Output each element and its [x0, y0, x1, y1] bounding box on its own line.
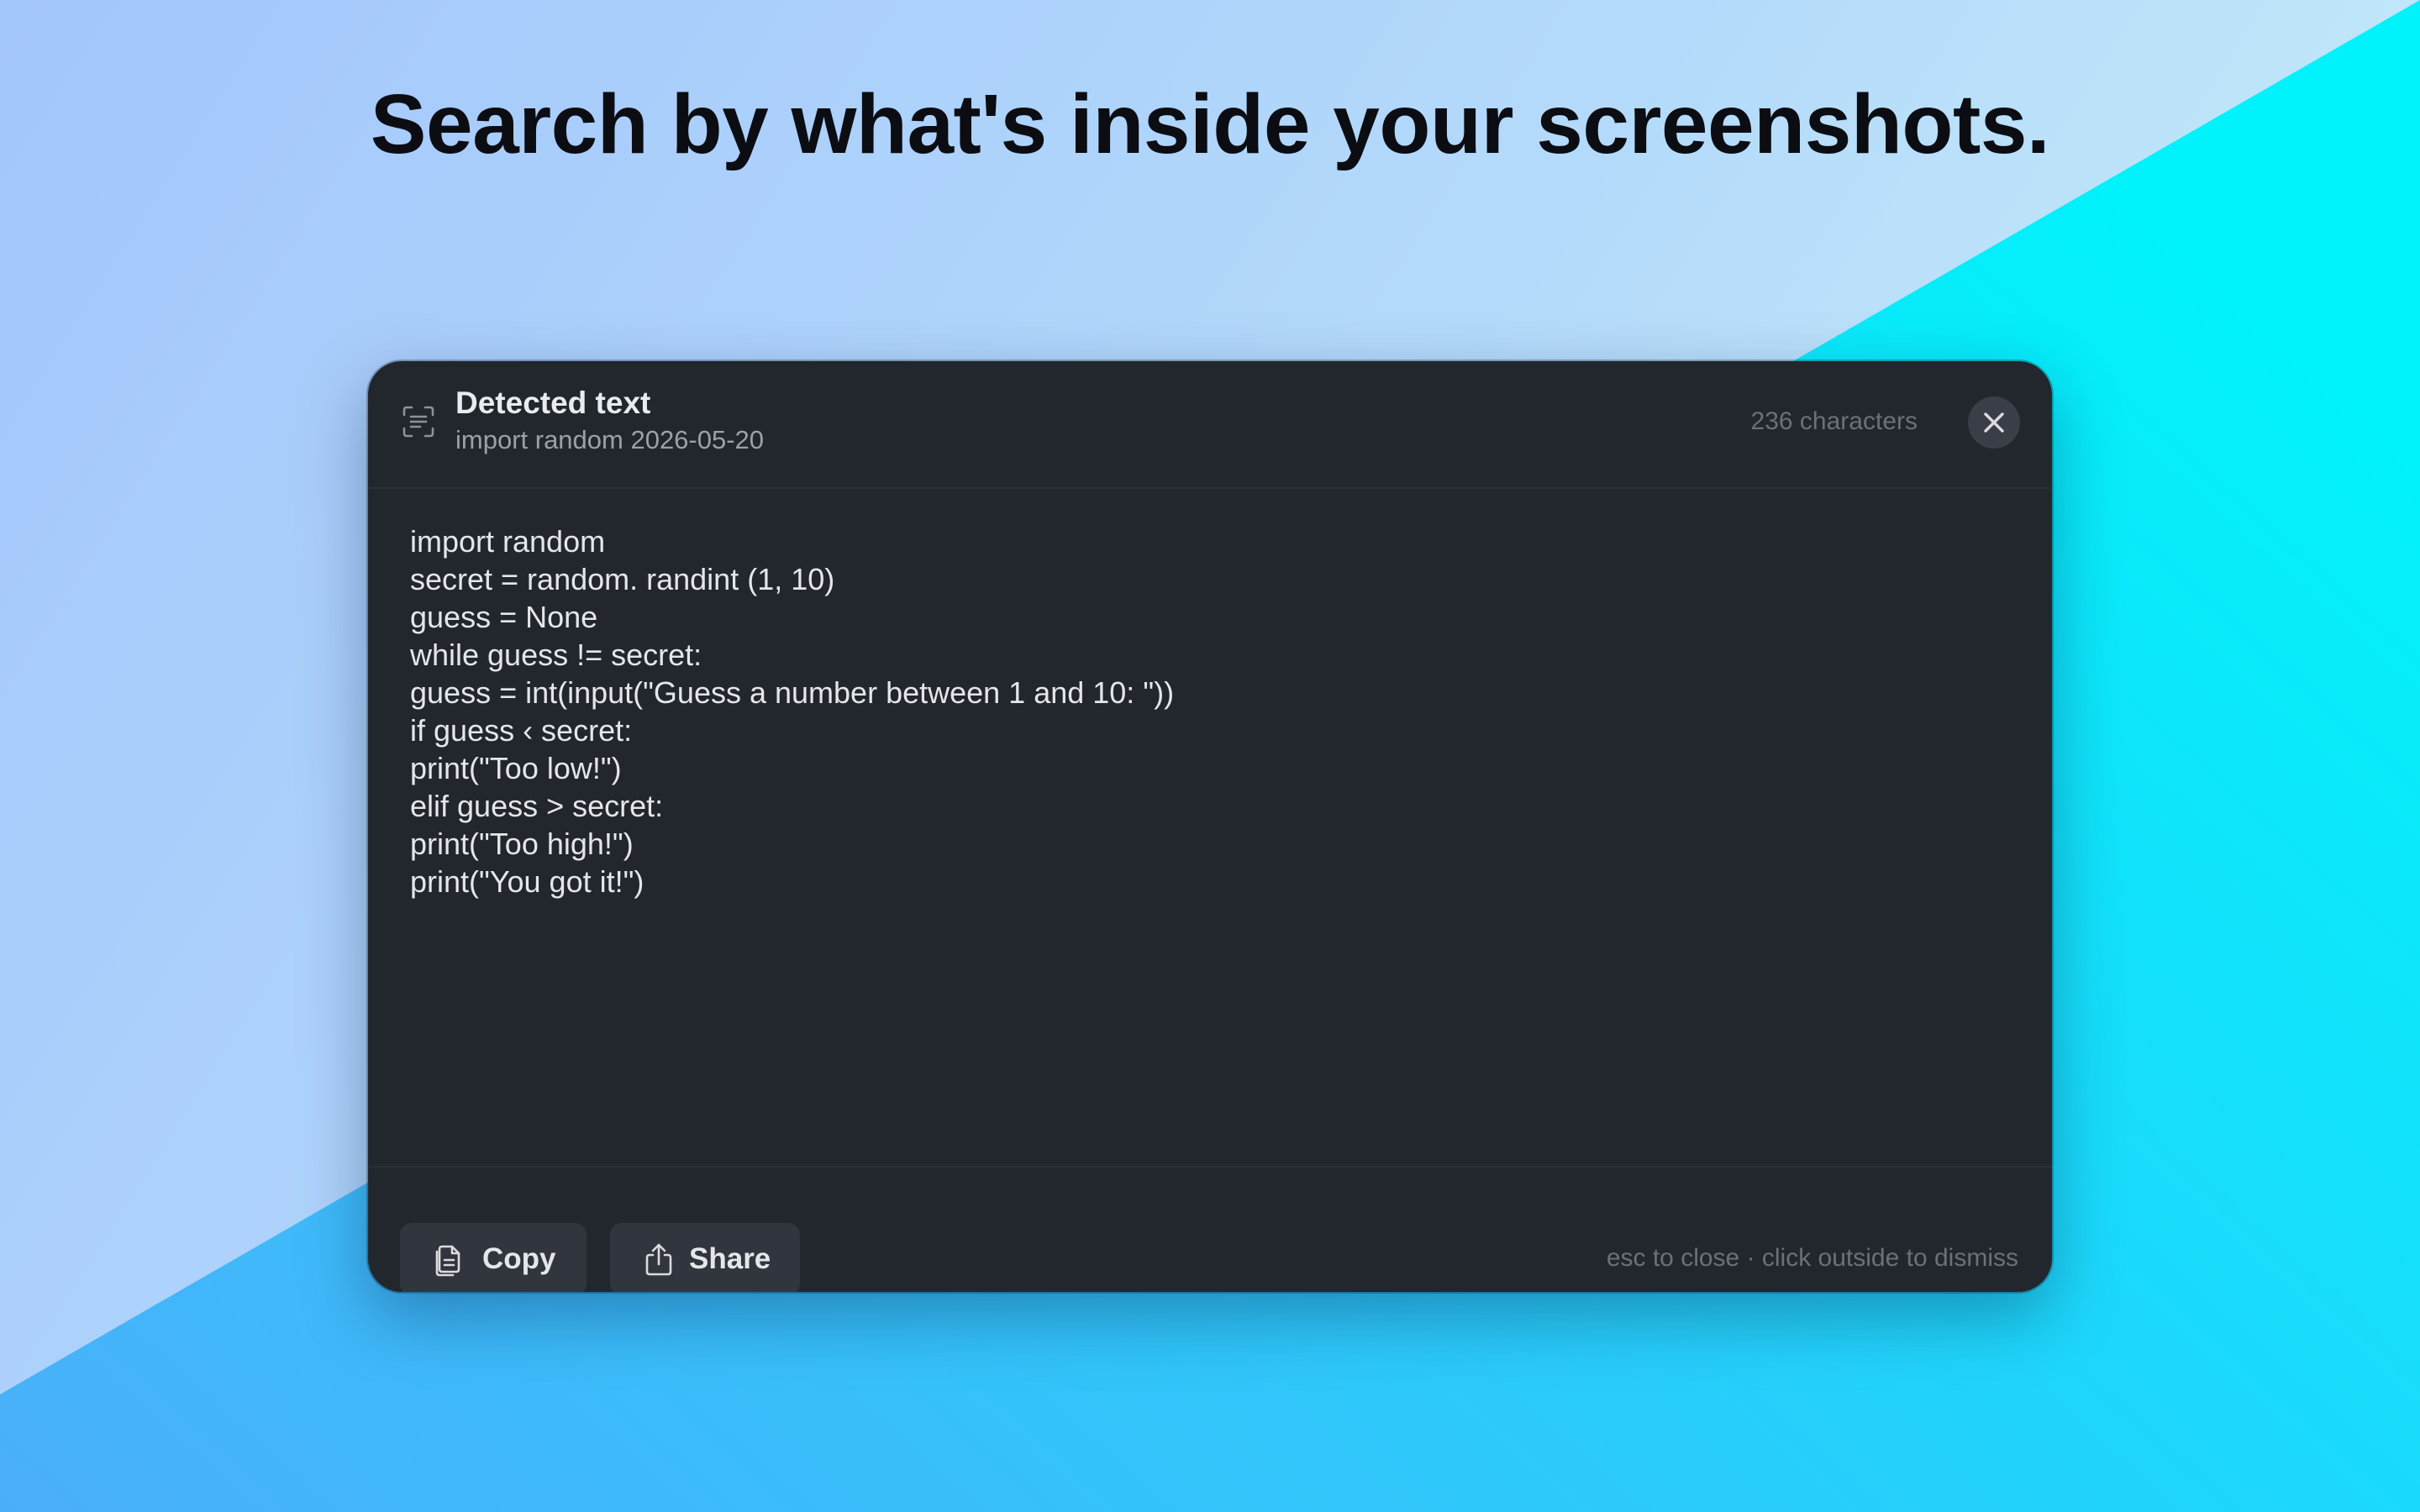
- copy-button-label: Copy: [482, 1242, 556, 1275]
- code-line: print("Too low!"): [410, 751, 622, 785]
- close-icon: [1984, 412, 2004, 433]
- dialog-subtitle: import random 2026-05-20: [455, 425, 765, 454]
- code-line: secret = random. randint (1, 10): [410, 562, 835, 596]
- share-icon: [645, 1243, 672, 1276]
- text-scan-icon: [402, 406, 434, 438]
- copy-icon: [435, 1245, 460, 1277]
- code-line: elif guess > secret:: [410, 789, 664, 823]
- code-line: if guess ‹ secret:: [410, 713, 633, 748]
- dialog-title: Detected text: [455, 386, 651, 420]
- code-line: guess = int(input("Guess a number betwee…: [410, 675, 1175, 710]
- detected-text-content[interactable]: import random secret = random. randint (1…: [410, 522, 2007, 1161]
- code-line: print("Too high!"): [410, 827, 634, 861]
- code-line: import random: [410, 524, 606, 559]
- code-line: print("You got it!"): [410, 864, 644, 899]
- page-headline: Search by what's inside your screenshots…: [370, 77, 2050, 171]
- close-button[interactable]: [1968, 396, 2020, 449]
- detected-text-dialog: Detected text import random 2026-05-20 2…: [368, 361, 2052, 1292]
- dialog-footer: Copy Share esc to close · click outside …: [368, 1166, 2052, 1292]
- share-button[interactable]: Share: [610, 1223, 800, 1292]
- share-button-label: Share: [689, 1242, 771, 1275]
- character-count: 236 characters: [1750, 407, 1918, 435]
- code-line: while guess != secret:: [410, 638, 702, 672]
- code-line: guess = None: [410, 600, 598, 634]
- copy-button[interactable]: Copy: [400, 1223, 587, 1292]
- dialog-body: import random secret = random. randint (1…: [368, 489, 2052, 899]
- keyboard-hint: esc to close · click outside to dismiss: [1606, 1244, 2018, 1272]
- dialog-header: Detected text import random 2026-05-20 2…: [368, 361, 2052, 489]
